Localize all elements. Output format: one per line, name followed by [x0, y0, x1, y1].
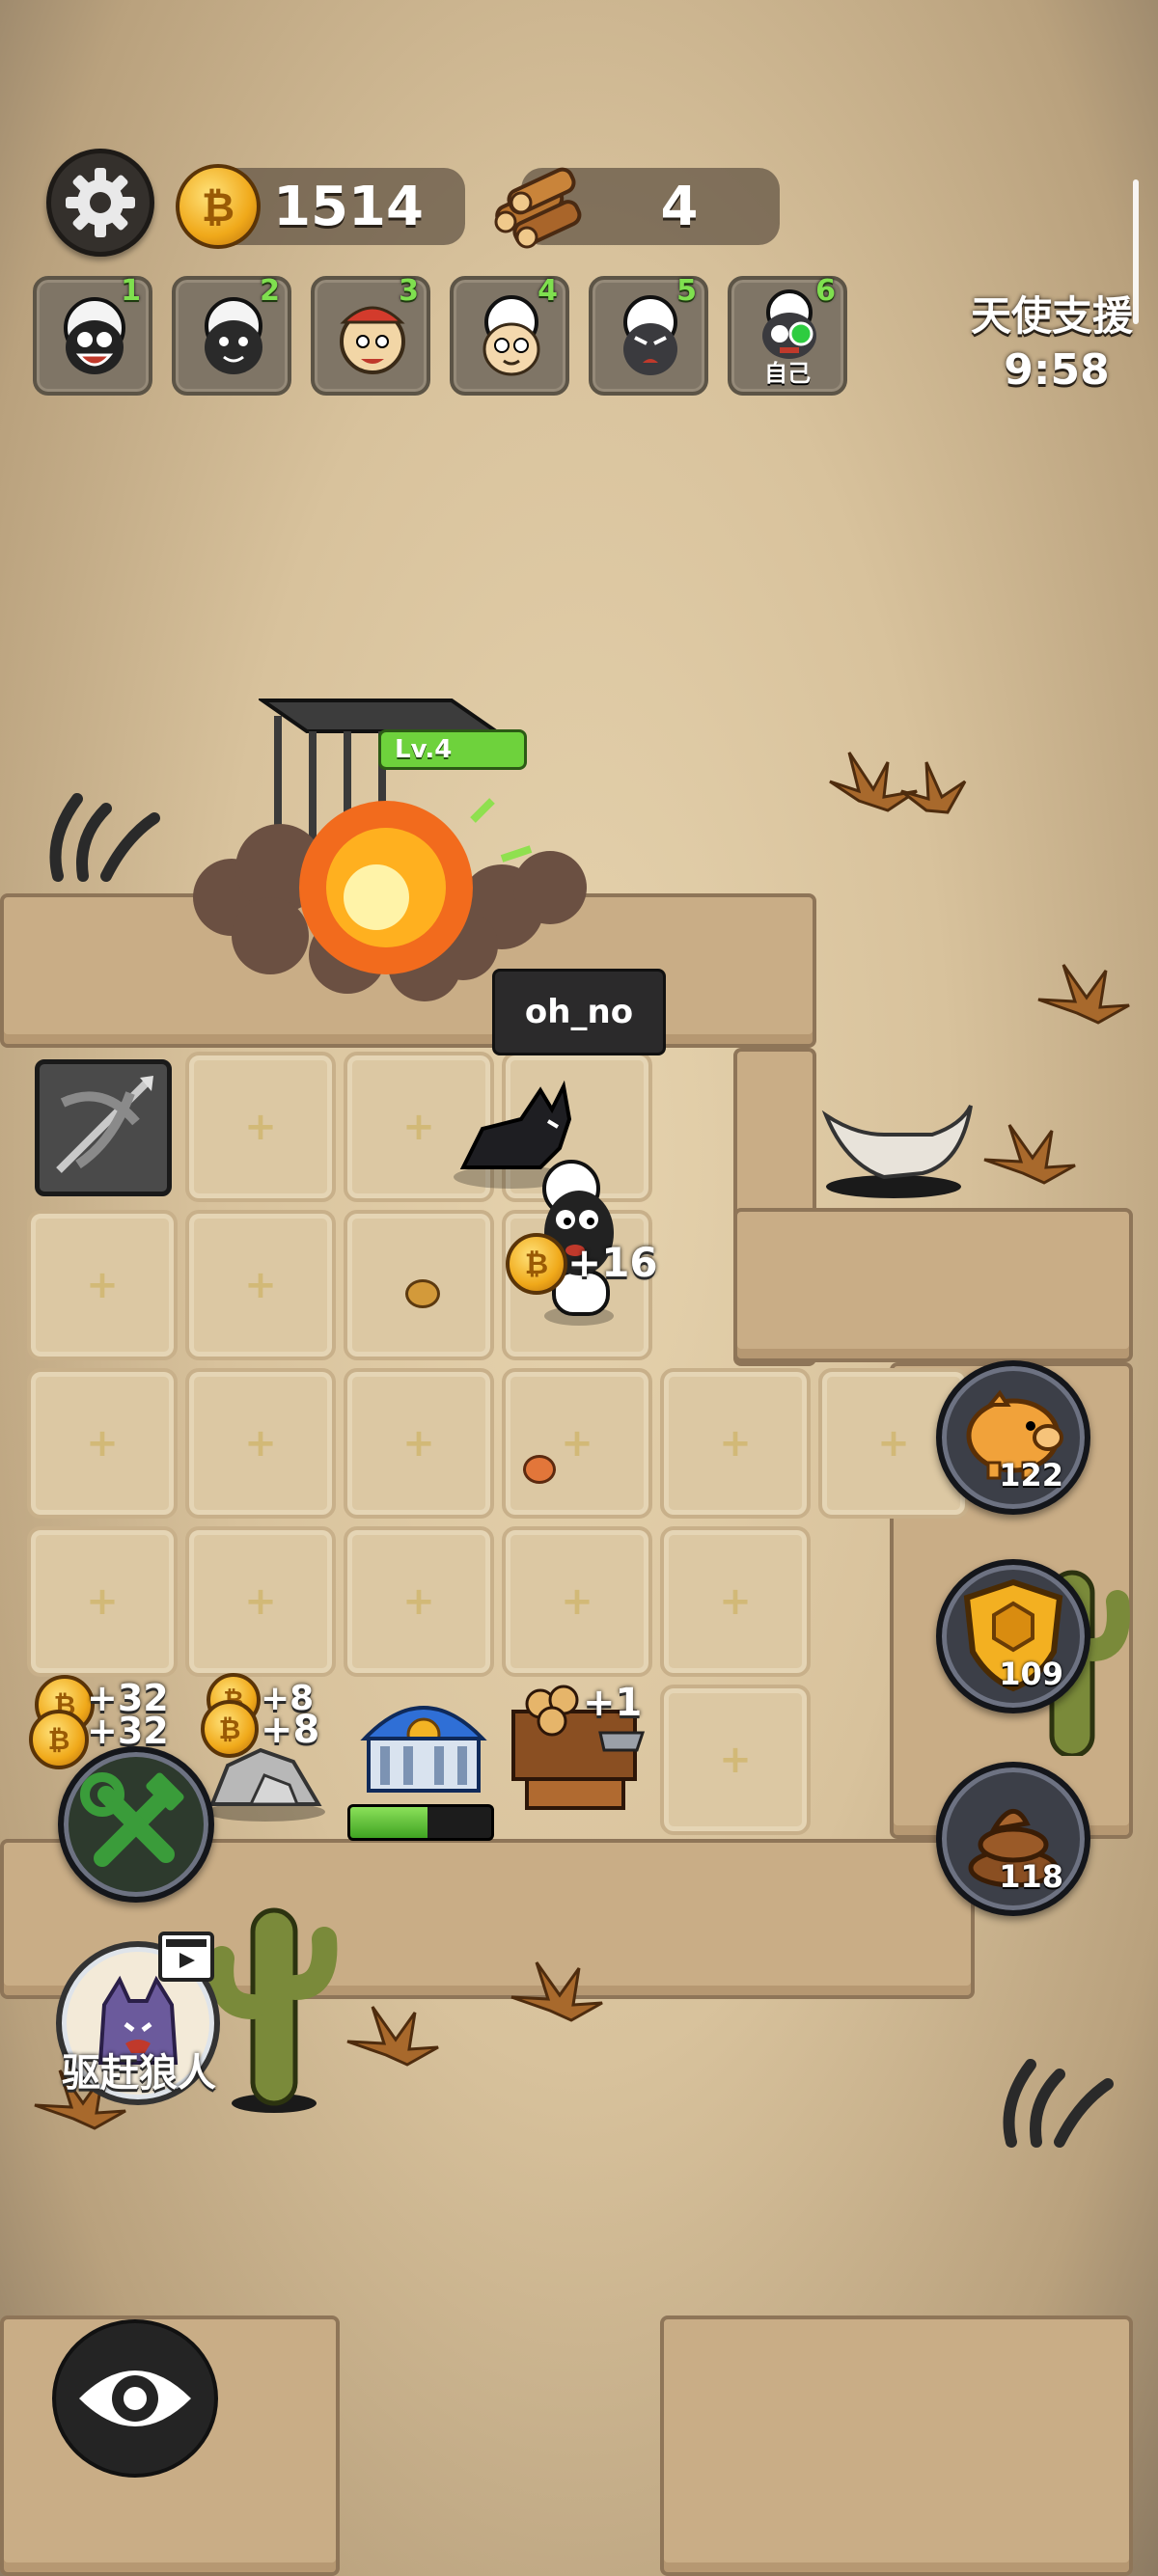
player-slot-number: 5 — [676, 274, 697, 308]
piggy-bank-button[interactable]: 122 — [936, 1360, 1090, 1515]
board-tile[interactable]: + — [27, 1210, 178, 1360]
ore-nugget — [405, 1279, 440, 1308]
crossbow-turret[interactable] — [35, 1059, 172, 1196]
player-slot-number: 6 — [815, 274, 836, 308]
wrench-hammer-icon — [80, 1772, 184, 1867]
shield-button[interactable]: 109 — [936, 1559, 1090, 1713]
gear-icon — [66, 168, 135, 237]
cactus-decoration — [208, 1907, 338, 2113]
cage-level-label: Lv.4 — [395, 735, 453, 764]
player-slot-number: 3 — [399, 274, 419, 308]
board-tile[interactable]: + — [660, 1368, 811, 1519]
player-slot-1[interactable]: 1 — [33, 274, 152, 396]
explosion-effect — [193, 798, 587, 1001]
player-slot-4[interactable]: 4 — [450, 274, 569, 396]
settings-button[interactable] — [46, 149, 154, 257]
tumbleweed-decoration — [346, 2006, 439, 2067]
board-tile[interactable]: + — [502, 1368, 652, 1519]
wall-segment — [733, 1208, 1133, 1362]
coin-icon: ₿ — [506, 1233, 567, 1295]
player-slot-6-self[interactable]: 6 自己 — [728, 274, 847, 396]
poop-count: 118 — [999, 1858, 1063, 1895]
crossbow-icon — [56, 1076, 153, 1173]
board-tile[interactable]: + — [185, 1368, 336, 1519]
board-tile[interactable]: + — [185, 1210, 336, 1360]
angel-support-label: 天使支援 — [970, 292, 1133, 340]
coin-icon: ₿ — [201, 1700, 259, 1758]
ore-nugget — [523, 1455, 556, 1484]
sheep-gain: +16 — [567, 1239, 658, 1286]
board-tile[interactable]: + — [185, 1526, 336, 1677]
eye-icon — [79, 2370, 191, 2426]
tumbleweed-decoration — [829, 752, 967, 814]
view-toggle-button[interactable] — [52, 2319, 218, 2478]
dead-branch-decoration — [49, 793, 160, 882]
tumbleweed-decoration — [1037, 964, 1130, 1025]
bank-building[interactable] — [351, 1686, 496, 1802]
player-slot-3[interactable]: 3 — [311, 274, 430, 396]
cage-level-badge: Lv.4 — [378, 729, 527, 770]
board-tile[interactable]: + — [660, 1526, 811, 1677]
shield-count: 109 — [999, 1656, 1063, 1692]
board-tile[interactable]: + — [27, 1368, 178, 1519]
tumbleweed-decoration — [510, 1961, 603, 2022]
self-label: 自己 — [764, 360, 811, 387]
board-tile[interactable]: + — [344, 1526, 494, 1677]
coin-icon: ₿ — [176, 164, 261, 249]
board-tile[interactable]: + — [185, 1052, 336, 1202]
animal-skull-decoration — [821, 1105, 973, 1198]
drive-wolf-label: 驱赶狼人 — [62, 2051, 216, 2096]
tumbleweed-decoration — [983, 1124, 1076, 1185]
player-slot-5[interactable]: 5 — [589, 274, 708, 396]
video-ad-icon — [158, 1932, 214, 1982]
board-tile[interactable]: + — [344, 1368, 494, 1519]
wood-count: 4 — [660, 175, 699, 238]
board-tile[interactable]: + — [27, 1526, 178, 1677]
lumber-gain: +1 — [583, 1681, 643, 1725]
player-slot-number: 1 — [121, 274, 141, 308]
player-slot-number: 4 — [538, 274, 558, 308]
rock-gain-bottom: +8 — [261, 1708, 320, 1752]
player-slot-2[interactable]: 2 — [172, 274, 291, 396]
player-name-tag: oh_no — [492, 969, 666, 1055]
wood-log-icon — [494, 167, 582, 249]
angel-support-timer: 9:58 — [1004, 345, 1110, 395]
poop-button[interactable]: 118 — [936, 1762, 1090, 1916]
build-tools-button[interactable] — [58, 1746, 214, 1903]
board-tile[interactable]: + — [660, 1685, 811, 1835]
player-slot-number: 2 — [260, 274, 280, 308]
board-tile[interactable]: + — [502, 1526, 652, 1677]
bank-progress-fill — [350, 1807, 428, 1838]
dead-branch-decoration — [1003, 2059, 1114, 2148]
bank-progress-bar — [347, 1804, 494, 1841]
scrollbar[interactable] — [1133, 179, 1139, 324]
piggy-bank-count: 122 — [999, 1457, 1063, 1494]
wall-segment — [660, 2316, 1133, 2576]
coin-count: 1514 — [273, 175, 424, 238]
